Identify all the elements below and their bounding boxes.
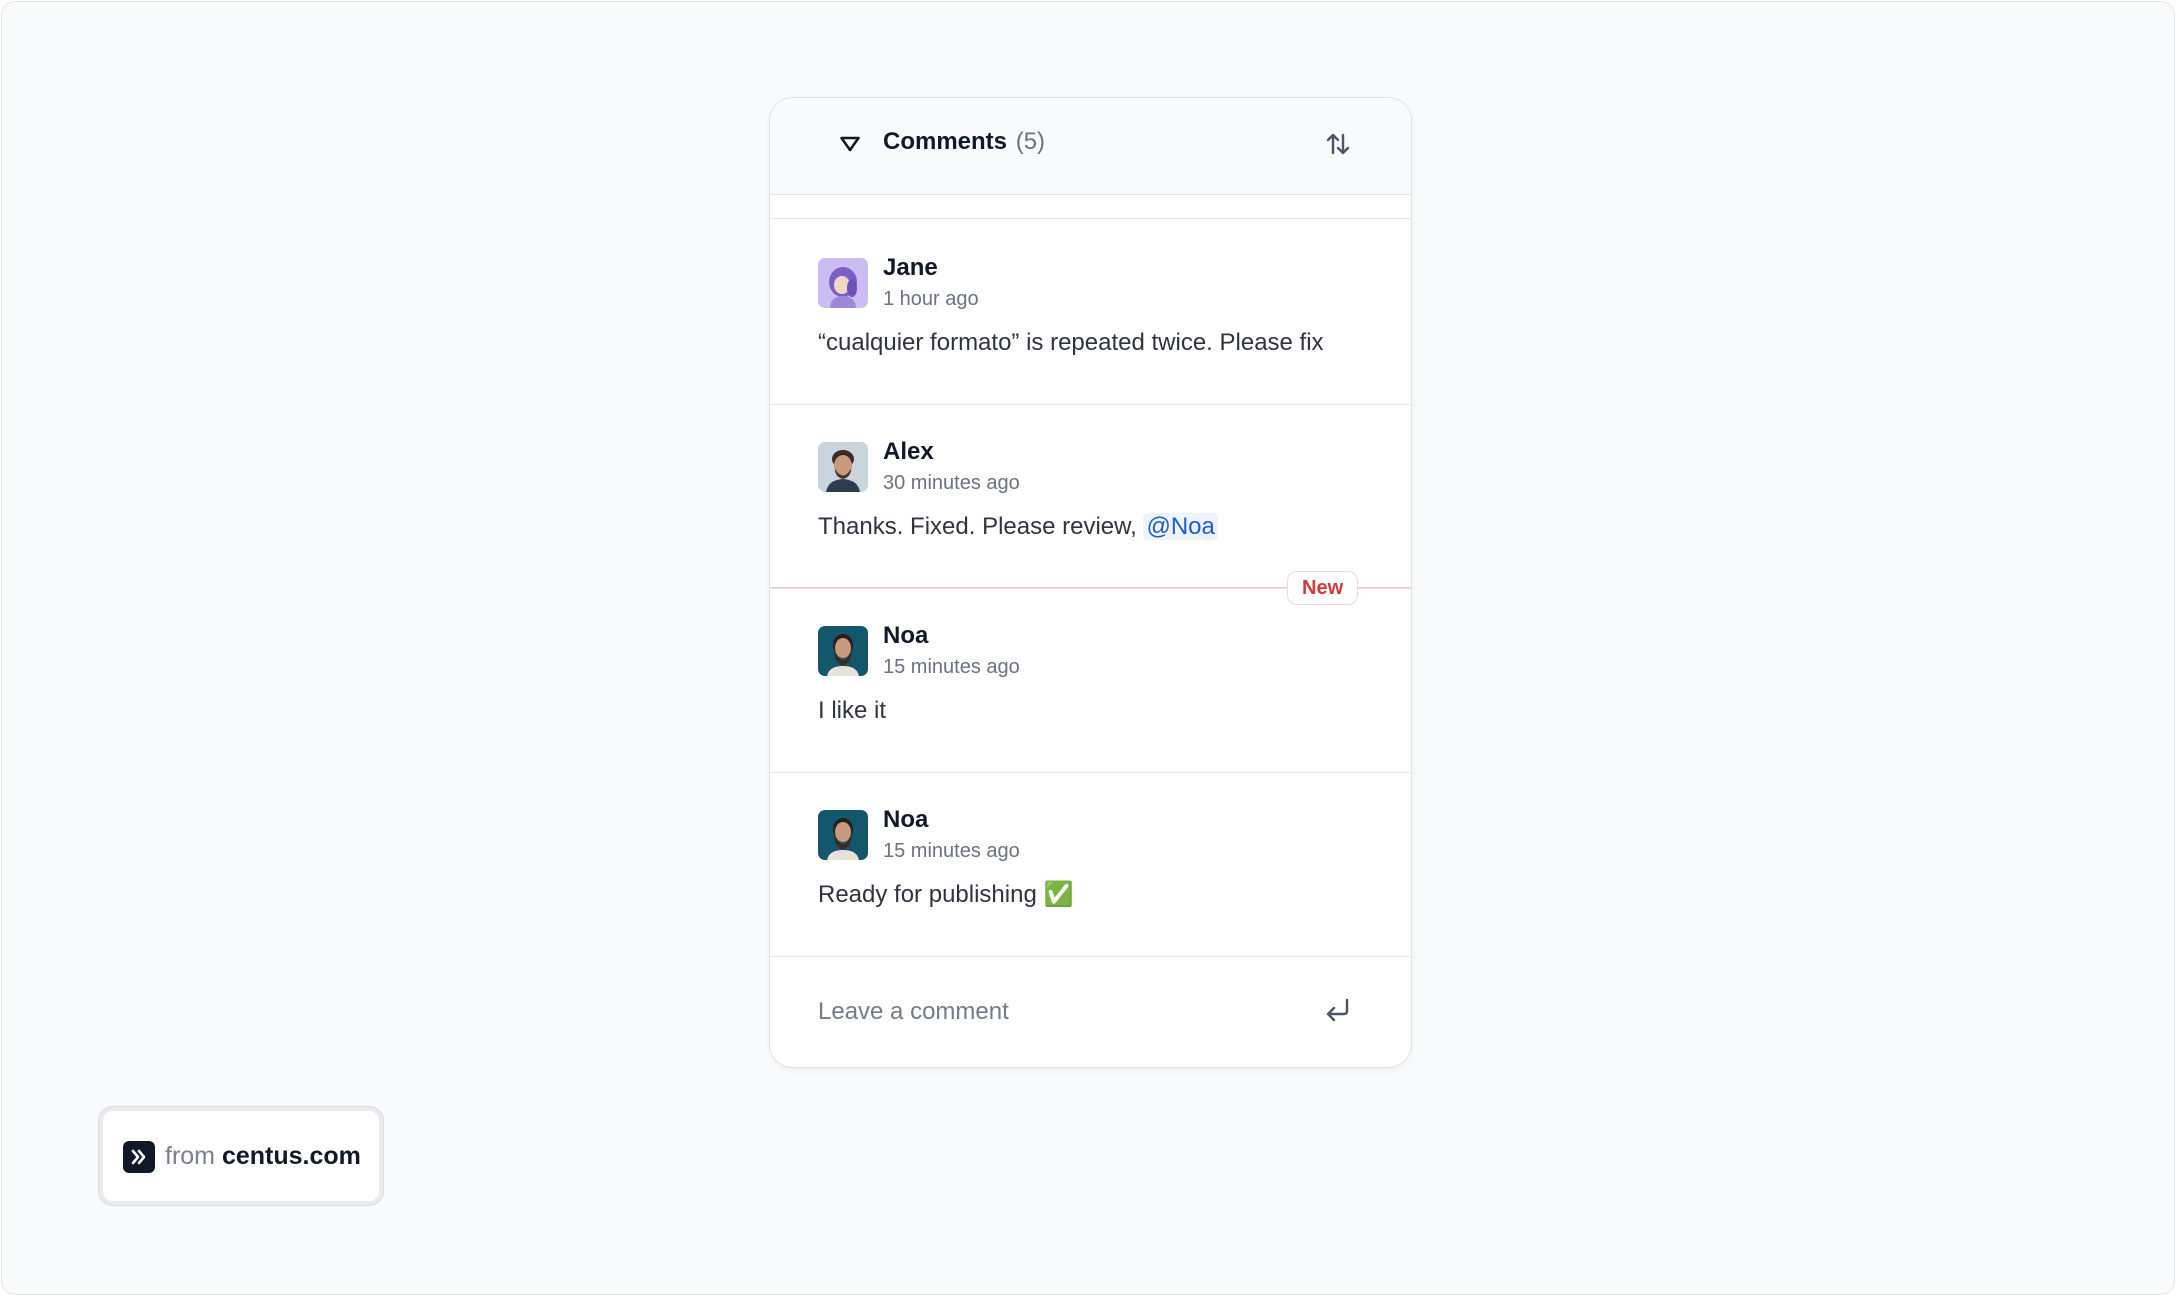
brand-text: from centus.com (165, 1139, 361, 1173)
comments-title-label: Comments (883, 128, 1008, 155)
comment-text: “cualquier formato” is repeated twice. P… (818, 329, 1324, 356)
sort-comments-button[interactable] (1316, 124, 1360, 168)
avatar (818, 442, 868, 492)
comment-item: Noa 15 minutes ago I like it (770, 588, 1411, 773)
triangle-down-icon (839, 135, 861, 158)
comment-author: Alex (883, 438, 934, 465)
comment-author: Noa (883, 622, 929, 649)
comments-panel: Comments (5) Jane 1 hour ago “cualquier … (769, 97, 1412, 1068)
brand-domain: centus.com (221, 1142, 361, 1170)
brand-prefix: from (165, 1142, 215, 1170)
comment-text: Thanks. Fixed. Please review, @Noa (818, 510, 1218, 544)
comment-timestamp: 15 minutes ago (883, 840, 1020, 862)
comments-list-divider (770, 218, 1411, 219)
sort-arrows-icon (1324, 130, 1352, 163)
comment-text: I like it (818, 697, 887, 724)
mention-link[interactable]: @Noa (1143, 513, 1218, 540)
centus-brand-badge[interactable]: from centus.com (99, 1107, 383, 1205)
comment-timestamp: 1 hour ago (883, 288, 979, 310)
comment-author: Noa (883, 806, 929, 833)
comments-header: Comments (5) (770, 98, 1411, 195)
comments-title: Comments (5) (883, 125, 1045, 159)
comment-item: Noa 15 minutes ago Ready for publishing … (770, 772, 1411, 956)
comment-text: Ready for publishing ✅ (818, 878, 1073, 912)
comment-text-body: Ready for publishing (818, 881, 1044, 908)
avatar (818, 626, 868, 676)
comment-item: Jane 1 hour ago “cualquier formato” is r… (770, 220, 1411, 405)
comments-count: (5) (1015, 128, 1046, 155)
check-mark-emoji: ✅ (1043, 881, 1074, 908)
comment-item: Alex 30 minutes ago Thanks. Fixed. Pleas… (770, 404, 1411, 589)
comment-input[interactable] (818, 992, 1278, 1032)
comment-timestamp: 30 minutes ago (883, 472, 1020, 494)
page-frame: Comments (5) Jane 1 hour ago “cualquier … (1, 1, 2175, 1295)
comment-author: Jane (883, 254, 938, 281)
comment-timestamp: 15 minutes ago (883, 656, 1020, 678)
enter-return-icon (1323, 995, 1353, 1030)
double-chevron-right-icon (123, 1141, 155, 1173)
submit-comment-button[interactable] (1316, 990, 1360, 1034)
avatar (818, 810, 868, 860)
comment-input-row (770, 956, 1411, 1067)
comment-text-body: Thanks. Fixed. Please review, (818, 513, 1144, 540)
collapse-comments-button[interactable] (828, 124, 872, 168)
avatar (818, 258, 868, 308)
